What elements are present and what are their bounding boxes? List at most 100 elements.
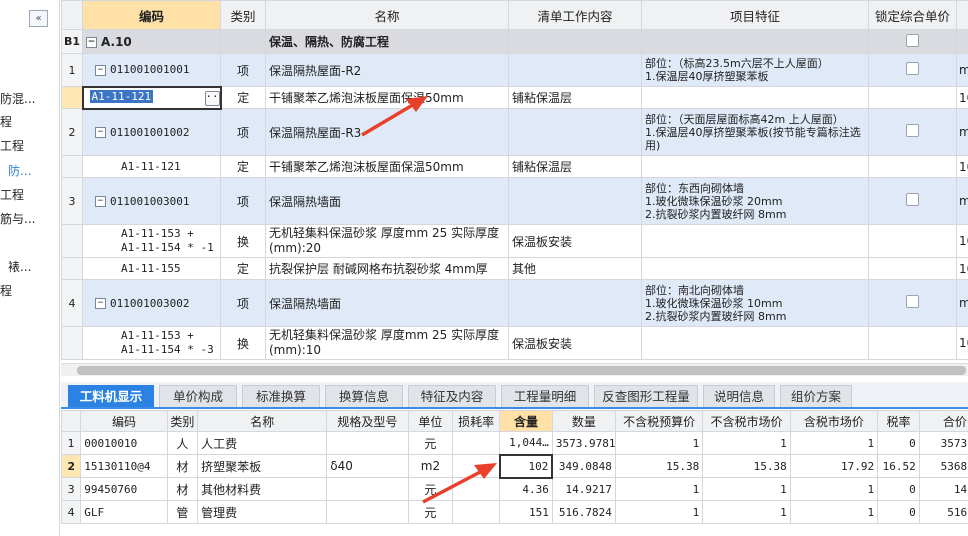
resource-loss-rate[interactable] bbox=[452, 500, 501, 524]
nav-item-8[interactable]: 程 bbox=[0, 282, 12, 299]
tab-quantity-detail[interactable]: 工程量明细 bbox=[501, 385, 589, 407]
col-header-content[interactable]: 含量 bbox=[499, 410, 553, 432]
resource-name[interactable]: 管理费 bbox=[197, 500, 328, 524]
lock-price-checkbox[interactable] bbox=[906, 295, 919, 308]
resource-unit[interactable]: m2 bbox=[407, 454, 454, 478]
resource-content-editor[interactable]: 102 bbox=[498, 453, 554, 479]
quota-row[interactable]: A1-11-153 + A1-11-154 * -1 换 无机轻集料保温砂浆 厚… bbox=[61, 224, 968, 258]
resource-name[interactable]: 其他材料费 bbox=[197, 477, 328, 501]
resource-budget-price[interactable]: 1 bbox=[614, 431, 704, 455]
quota-code-editor[interactable]: A1-11-121 ··· bbox=[81, 85, 222, 110]
resource-content[interactable]: 1,044… bbox=[499, 431, 553, 455]
nav-item-6[interactable]: 筋与... bbox=[0, 210, 35, 227]
col-header-extra[interactable] bbox=[956, 0, 968, 30]
quota-code[interactable]: A1-11-121 bbox=[82, 155, 221, 178]
resource-name[interactable]: 人工费 bbox=[197, 431, 328, 455]
lock-price-checkbox[interactable] bbox=[906, 124, 919, 137]
item-code-cell[interactable]: −011001003002 bbox=[82, 279, 221, 327]
resource-taxed-price[interactable]: 1 bbox=[789, 477, 879, 501]
quota-row[interactable]: A1-11-155 定 抗裂保护层 耐碱网格布抗裂砂浆 4mm厚 其他 10 bbox=[61, 257, 968, 280]
group-row[interactable]: B1 − A.10 保温、隔热、防腐工程 bbox=[61, 29, 968, 54]
resource-tax-rate[interactable]: 0 bbox=[877, 500, 920, 524]
tab-reverse-lookup[interactable]: 反查图形工程量 bbox=[594, 385, 698, 407]
resource-budget-price[interactable]: 1 bbox=[614, 477, 704, 501]
col-header-spec[interactable]: 规格及型号 bbox=[326, 410, 409, 432]
resource-row[interactable]: 4 GLF 管 管理费 元 151 516.7824 1 1 1 0 516.7… bbox=[61, 500, 968, 524]
resource-spec[interactable]: δ40 bbox=[326, 454, 409, 478]
quota-row[interactable]: A1-11-153 + A1-11-154 * -3 换 无机轻集料保温砂浆 厚… bbox=[61, 326, 968, 360]
resource-tax-rate[interactable]: 0 bbox=[877, 431, 920, 455]
resource-market-price[interactable]: 1 bbox=[702, 431, 791, 455]
nav-item-3[interactable]: 工程 bbox=[0, 137, 24, 154]
bill-item-row[interactable]: 1 −011001001001 项 保温隔热屋面-R2 部位：（标高23.5m六… bbox=[61, 53, 968, 87]
quota-row-selected[interactable]: A1-11-121 ··· 定 干铺聚苯乙烯泡沫板屋面保温50mm 铺粘保温层 1… bbox=[61, 85, 968, 110]
resource-spec[interactable] bbox=[326, 477, 409, 501]
resource-content[interactable]: 4.36 bbox=[499, 477, 553, 501]
resource-market-price[interactable]: 1 bbox=[702, 477, 791, 501]
resource-tax-rate[interactable]: 16.52 bbox=[877, 454, 920, 478]
lock-price-checkbox[interactable] bbox=[906, 62, 919, 75]
item-code-cell[interactable]: −011001001002 bbox=[82, 108, 221, 156]
resource-loss-rate[interactable] bbox=[452, 431, 501, 455]
collapse-panel-button[interactable]: « bbox=[29, 10, 48, 27]
bill-item-row[interactable]: 2 −011001001002 项 保温隔热屋面-R3 部位：（天面层屋面标高4… bbox=[61, 108, 968, 156]
nav-item-4-active[interactable]: 防... bbox=[8, 162, 31, 179]
resource-content[interactable]: 151 bbox=[499, 500, 553, 524]
resource-code[interactable]: 00010010 bbox=[80, 431, 168, 455]
resource-code[interactable]: GLF bbox=[80, 500, 168, 524]
resource-taxed-price[interactable]: 1 bbox=[789, 431, 879, 455]
scrollbar-thumb[interactable] bbox=[77, 366, 966, 375]
tab-conversion-info[interactable]: 换算信息 bbox=[325, 385, 403, 407]
quota-code[interactable]: A1-11-153 + A1-11-154 * -1 bbox=[82, 224, 221, 258]
collapse-node-icon[interactable]: − bbox=[95, 127, 106, 139]
collapse-node-icon[interactable]: − bbox=[95, 196, 106, 207]
quota-code[interactable]: A1-11-153 + A1-11-154 * -3 bbox=[82, 326, 221, 360]
tab-features-content[interactable]: 特征及内容 bbox=[408, 385, 496, 407]
resource-loss-rate[interactable] bbox=[452, 454, 501, 478]
group-code-cell[interactable]: − A.10 bbox=[82, 29, 221, 54]
quota-code[interactable]: A1-11-155 bbox=[82, 257, 221, 280]
col-header-code[interactable]: 编码 bbox=[80, 410, 168, 432]
col-header-name[interactable]: 名称 bbox=[197, 410, 328, 432]
col-header-code[interactable]: 编码 bbox=[82, 0, 221, 30]
col-header-budget-price[interactable]: 不含税预算价 bbox=[614, 410, 704, 432]
resource-unit[interactable]: 元 bbox=[407, 500, 454, 524]
col-header-quantity[interactable]: 数量 bbox=[551, 410, 616, 432]
nav-item-7[interactable]: 裱... bbox=[8, 258, 31, 275]
collapse-node-icon[interactable]: − bbox=[95, 298, 106, 309]
quota-row[interactable]: A1-11-121 定 干铺聚苯乙烯泡沫板屋面保温50mm 铺粘保温层 10 bbox=[61, 155, 968, 178]
horizontal-scrollbar[interactable] bbox=[61, 363, 968, 376]
resource-spec[interactable] bbox=[326, 431, 409, 455]
resource-budget-price[interactable]: 1 bbox=[614, 500, 704, 524]
resource-tax-rate[interactable]: 0 bbox=[877, 477, 920, 501]
col-header-taxed-price[interactable]: 含税市场价 bbox=[789, 410, 879, 432]
browse-button[interactable]: ··· bbox=[204, 90, 219, 106]
item-code-cell[interactable]: −011001001001 bbox=[82, 53, 221, 87]
tab-standard-conversion[interactable]: 标准换算 bbox=[242, 385, 320, 407]
resource-taxed-price[interactable]: 17.92 bbox=[789, 454, 879, 478]
tab-labor-material-machine[interactable]: 工料机显示 bbox=[68, 385, 154, 407]
resource-name[interactable]: 挤塑聚苯板 bbox=[197, 454, 328, 478]
col-header-type[interactable]: 类别 bbox=[166, 410, 199, 432]
col-header-work[interactable]: 清单工作内容 bbox=[508, 0, 642, 30]
col-header-total[interactable]: 合价 bbox=[918, 410, 968, 432]
resource-market-price[interactable]: 1 bbox=[702, 500, 791, 524]
col-header-loss-rate[interactable]: 损耗率 bbox=[452, 410, 501, 432]
resource-market-price[interactable]: 15.38 bbox=[702, 454, 791, 478]
quota-code[interactable]: A1-11-121 bbox=[89, 89, 154, 103]
resource-unit[interactable]: 元 bbox=[407, 477, 454, 501]
bill-item-row[interactable]: 3 −011001003001 项 保温隔热墙面 部位：东西向砌体墙 1.玻化微… bbox=[61, 177, 968, 225]
resource-spec[interactable] bbox=[326, 500, 409, 524]
bill-item-row[interactable]: 4 −011001003002 项 保温隔热墙面 部位：南北向砌体墙 1.玻化微… bbox=[61, 279, 968, 327]
resource-taxed-price[interactable]: 1 bbox=[789, 500, 879, 524]
col-header-type[interactable]: 类别 bbox=[220, 0, 266, 30]
nav-item-2[interactable]: 程 bbox=[0, 113, 12, 130]
resource-row[interactable]: 3 99450760 材 其他材料费 元 4.36 14.9217 1 1 1 … bbox=[61, 477, 968, 501]
lock-price-checkbox[interactable] bbox=[906, 33, 919, 47]
lock-price-checkbox[interactable] bbox=[906, 193, 919, 206]
item-code-cell[interactable]: −011001003001 bbox=[82, 177, 221, 225]
collapse-node-icon[interactable]: − bbox=[95, 64, 106, 76]
resource-code[interactable]: 15130110@4 bbox=[80, 454, 168, 478]
tab-notes[interactable]: 说明信息 bbox=[703, 385, 775, 407]
resource-loss-rate[interactable] bbox=[452, 477, 501, 501]
